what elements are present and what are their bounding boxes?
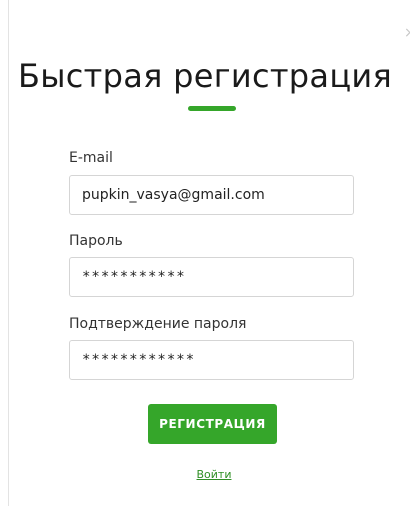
email-field[interactable] xyxy=(69,175,354,215)
close-icon[interactable]: × xyxy=(404,26,410,40)
password-confirm-label: Подтверждение пароля xyxy=(69,316,247,332)
email-label: E-mail xyxy=(69,150,113,166)
login-link[interactable]: Войти xyxy=(0,468,410,481)
register-button[interactable]: РЕГИСТРАЦИЯ xyxy=(148,404,277,444)
modal-title: Быстрая регистрация xyxy=(17,57,393,95)
password-field[interactable] xyxy=(69,257,354,297)
title-accent-bar xyxy=(188,106,236,111)
password-confirm-field[interactable] xyxy=(69,340,354,380)
password-label: Пароль xyxy=(69,233,123,249)
